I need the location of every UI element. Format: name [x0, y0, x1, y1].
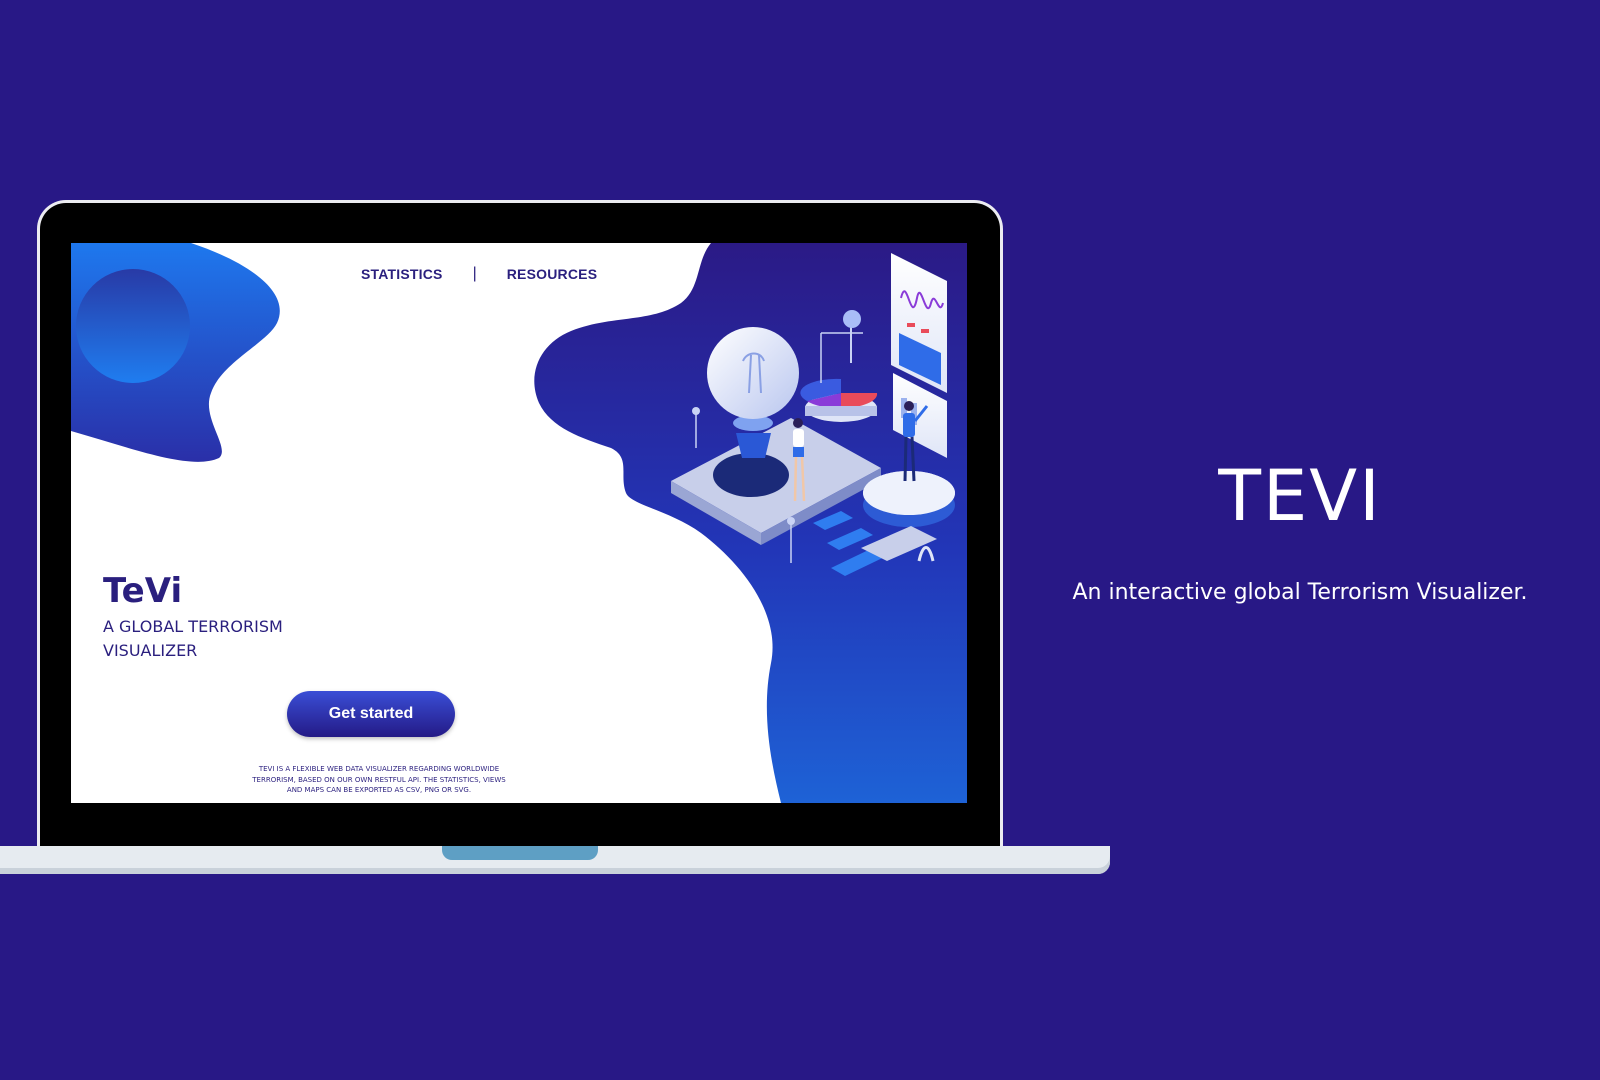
blue-circle-decoration [76, 269, 190, 383]
site-tagline: A GLOBAL TERRORISM VISUALIZER [103, 617, 283, 660]
site-background-art [71, 243, 967, 803]
laptop-notch [442, 846, 598, 860]
get-started-button[interactable]: Get started [287, 691, 455, 737]
site-nav: STATISTICS | RESOURCES [361, 265, 597, 283]
nav-separator: | [472, 265, 477, 282]
nav-statistics-link[interactable]: STATISTICS [361, 266, 443, 282]
laptop-screen: STATISTICS | RESOURCES TeVi A GLOBAL TER… [71, 243, 967, 803]
site-description: TEVI IS A FLEXIBLE WEB DATA VISUALIZER R… [252, 765, 506, 794]
hero-subtitle: An interactive global Terrorism Visualiz… [1072, 580, 1528, 605]
site-brand-title: TeVi [103, 571, 183, 611]
hero-title: TEVI [1218, 455, 1382, 537]
laptop-mockup: STATISTICS | RESOURCES TeVi A GLOBAL TER… [0, 0, 1600, 1080]
nav-resources-link[interactable]: RESOURCES [507, 266, 597, 282]
